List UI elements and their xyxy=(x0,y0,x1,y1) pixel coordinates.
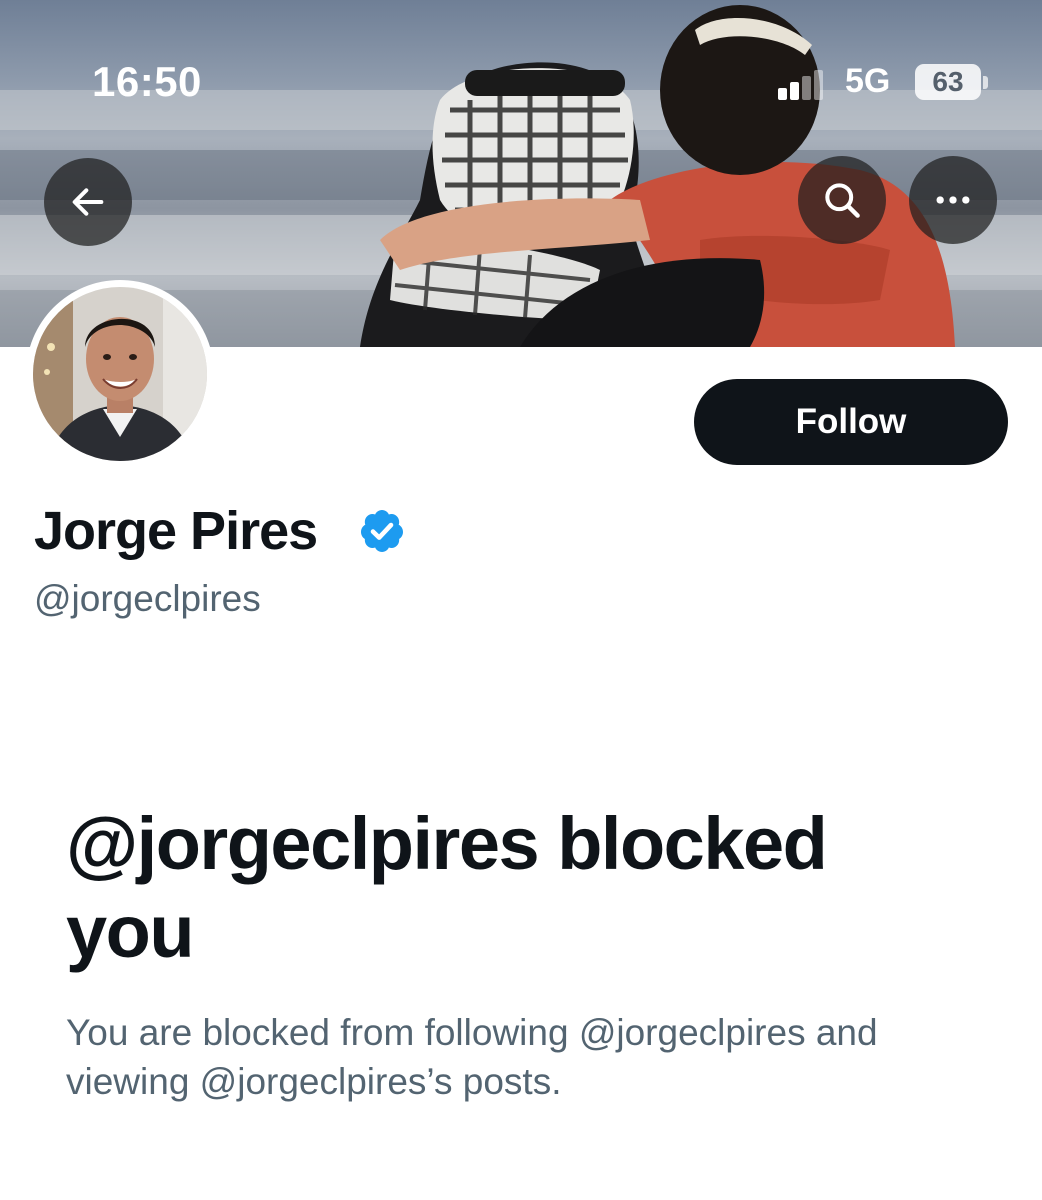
signal-strength-icon xyxy=(778,70,830,100)
battery-icon: 63 xyxy=(915,64,981,100)
arrow-left-icon xyxy=(72,188,104,216)
profile-display-name: Jorge Pires xyxy=(34,501,318,561)
network-type: 5G xyxy=(845,62,891,100)
back-button[interactable] xyxy=(44,158,132,246)
avatar-image xyxy=(33,287,207,461)
battery-level: 63 xyxy=(932,66,964,97)
battery-tip xyxy=(983,76,988,89)
blocked-description: You are blocked from following @jorgeclp… xyxy=(66,1012,878,1102)
profile-avatar[interactable] xyxy=(26,280,214,468)
blocked-title: @jorgeclpires blocked you xyxy=(66,802,828,973)
profile-handle: @jorgeclpires xyxy=(34,578,261,619)
more-options-button[interactable] xyxy=(909,156,997,244)
follow-button[interactable]: Follow xyxy=(694,379,1008,465)
more-horizontal-icon xyxy=(936,196,970,204)
status-time: 16:50 xyxy=(92,58,202,105)
verified-badge-icon[interactable] xyxy=(358,507,406,555)
search-button[interactable] xyxy=(798,156,886,244)
search-icon xyxy=(825,183,860,218)
